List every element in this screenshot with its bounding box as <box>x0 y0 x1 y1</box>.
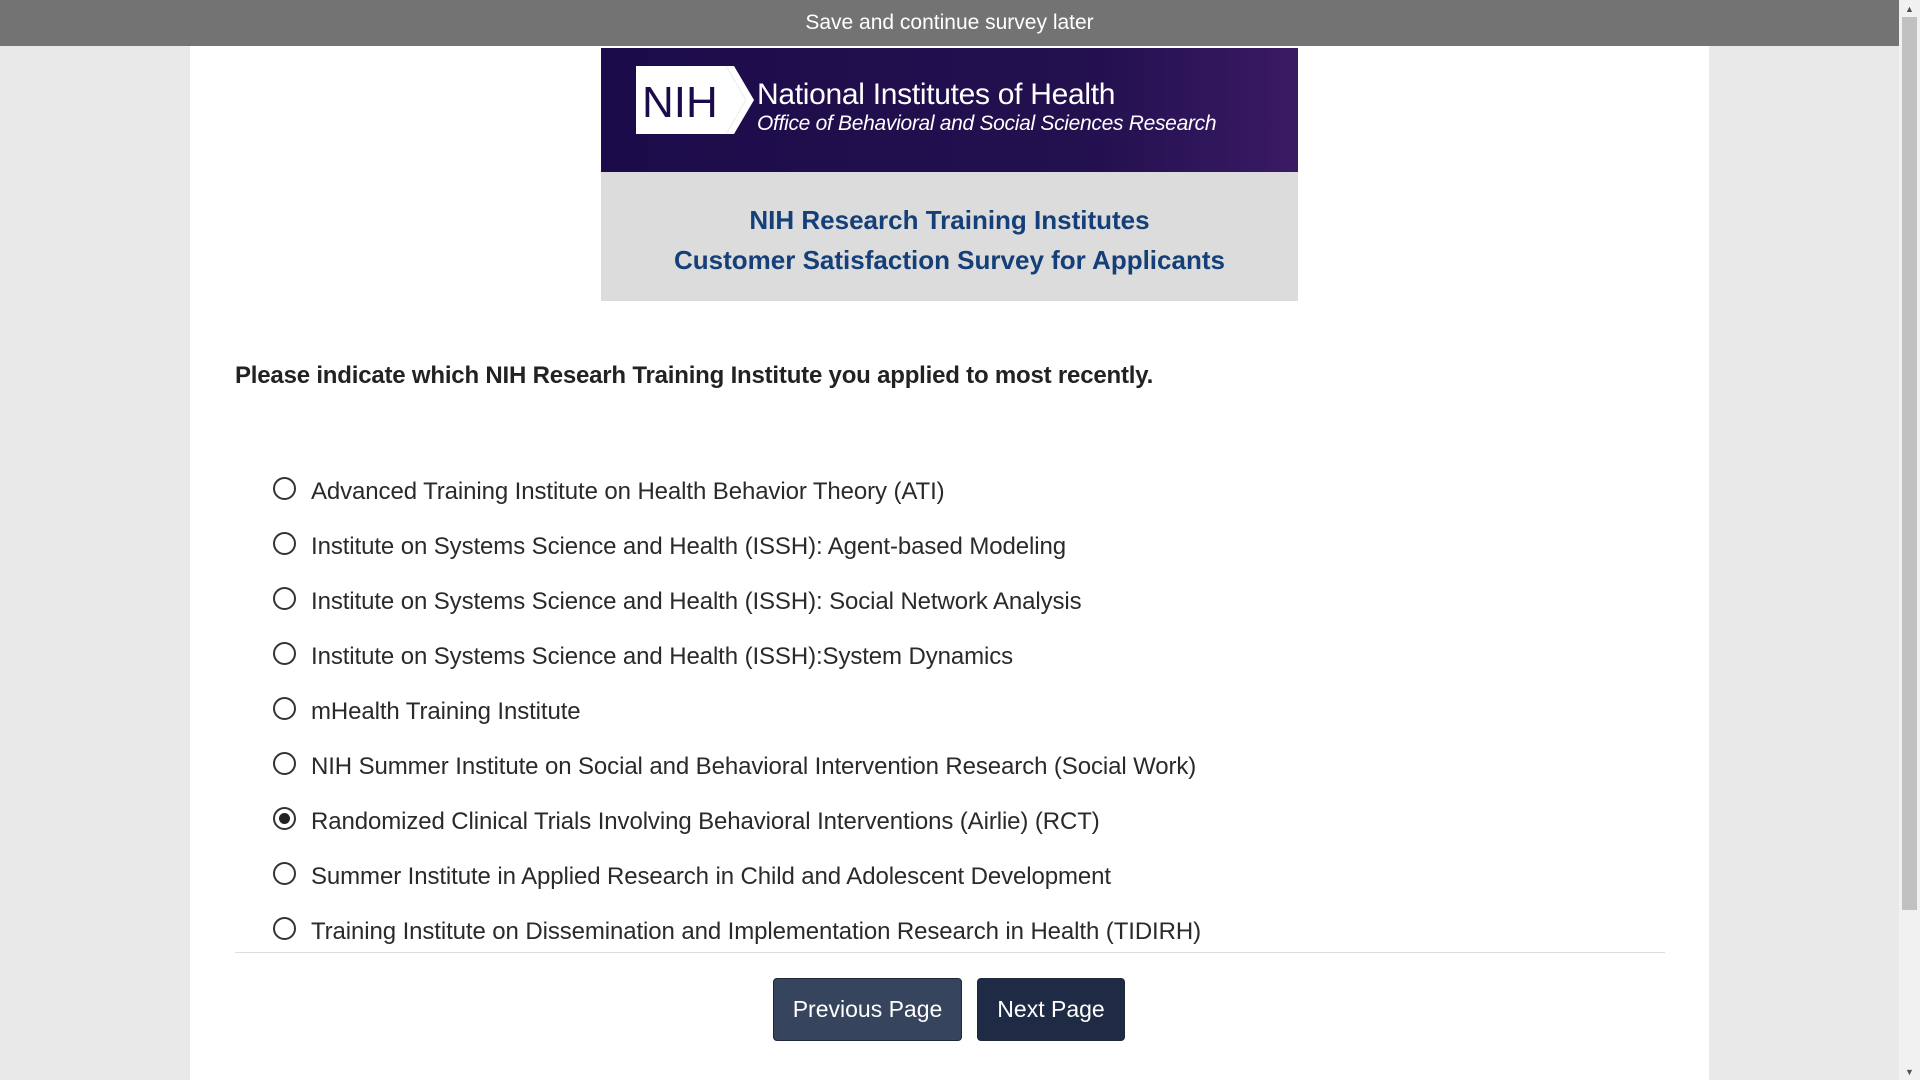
next-page-button[interactable]: Next Page <box>977 978 1125 1041</box>
scroll-up-arrow-icon[interactable]: ▲ <box>1899 0 1920 17</box>
vertical-scrollbar[interactable]: ▲ ▼ <box>1899 0 1920 1080</box>
radio-button[interactable] <box>273 532 296 555</box>
radio-button[interactable] <box>273 587 296 610</box>
survey-content: NIH National Institutes of Health Office… <box>190 46 1709 1080</box>
survey-title-line1: NIH Research Training Institutes <box>749 205 1150 235</box>
divider <box>235 952 1665 953</box>
nih-logo-icon: NIH <box>634 60 754 145</box>
radio-option[interactable]: Advanced Training Institute on Health Be… <box>273 464 1201 519</box>
nih-org-name: National Institutes of Health <box>757 78 1116 111</box>
scrollbar-thumb[interactable] <box>1902 17 1917 910</box>
radio-option[interactable]: Institute on Systems Science and Health … <box>273 574 1201 629</box>
radio-button[interactable] <box>273 917 296 940</box>
radio-button[interactable] <box>273 862 296 885</box>
radio-option[interactable]: Institute on Systems Science and Health … <box>273 519 1201 574</box>
save-continue-later-label: Save and continue survey later <box>805 11 1094 34</box>
radio-button[interactable] <box>273 642 296 665</box>
institute-radio-group: Advanced Training Institute on Health Be… <box>273 464 1201 959</box>
radio-option-label[interactable]: mHealth Training Institute <box>311 698 581 726</box>
radio-option[interactable]: Training Institute on Dissemination and … <box>273 904 1201 959</box>
radio-button[interactable] <box>273 807 296 830</box>
radio-option[interactable]: Randomized Clinical Trials Involving Beh… <box>273 794 1201 849</box>
survey-title-line2: Customer Satisfaction Survey for Applica… <box>674 245 1225 275</box>
previous-page-button[interactable]: Previous Page <box>773 978 962 1041</box>
radio-option[interactable]: Summer Institute in Applied Research in … <box>273 849 1201 904</box>
question-text: Please indicate which NIH Researh Traini… <box>235 362 1154 389</box>
nih-logo-header: NIH National Institutes of Health Office… <box>601 48 1298 172</box>
radio-button[interactable] <box>273 752 296 775</box>
nih-org-text: National Institutes of Health Office of … <box>757 78 1217 136</box>
radio-option-label[interactable]: Institute on Systems Science and Health … <box>311 588 1082 616</box>
radio-option[interactable]: Institute on Systems Science and Health … <box>273 629 1201 684</box>
survey-title: NIH Research Training Institutes Custome… <box>601 200 1298 280</box>
survey-banner: NIH National Institutes of Health Office… <box>601 48 1298 301</box>
radio-option-label[interactable]: Advanced Training Institute on Health Be… <box>311 478 945 506</box>
radio-option-label[interactable]: Institute on Systems Science and Health … <box>311 643 1013 671</box>
nih-logo-mark-text: NIH <box>642 78 718 127</box>
nih-office-name: Office of Behavioral and Social Sciences… <box>757 112 1217 135</box>
radio-option-label[interactable]: NIH Summer Institute on Social and Behav… <box>311 753 1196 781</box>
scroll-down-arrow-icon[interactable]: ▼ <box>1899 1063 1920 1080</box>
radio-button[interactable] <box>273 477 296 500</box>
radio-option-label[interactable]: Randomized Clinical Trials Involving Beh… <box>311 808 1100 836</box>
save-continue-later-bar[interactable]: Save and continue survey later <box>0 0 1899 46</box>
radio-option[interactable]: mHealth Training Institute <box>273 684 1201 739</box>
radio-option-label[interactable]: Summer Institute in Applied Research in … <box>311 863 1111 891</box>
radio-option-label[interactable]: Institute on Systems Science and Health … <box>311 533 1066 561</box>
radio-option-label[interactable]: Training Institute on Dissemination and … <box>311 918 1201 946</box>
radio-option[interactable]: NIH Summer Institute on Social and Behav… <box>273 739 1201 794</box>
radio-button[interactable] <box>273 697 296 720</box>
